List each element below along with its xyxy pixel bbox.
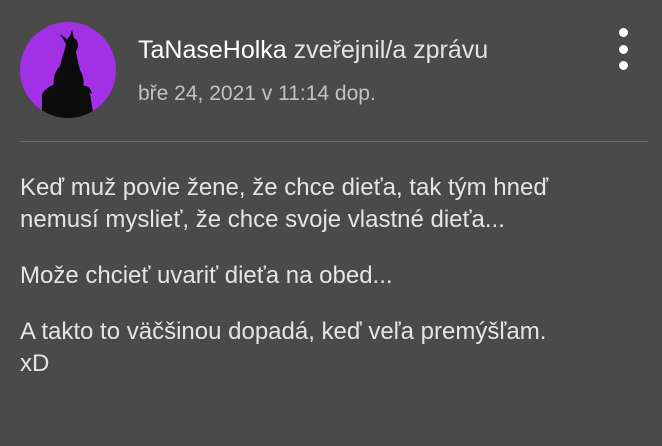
post-line: xD (20, 350, 50, 377)
post-header: TaNaseHolka zveřejnil/a zprávu (138, 34, 488, 66)
avatar[interactable] (20, 22, 116, 118)
post-line: Može chcieť uvariť dieťa na obed... (20, 262, 393, 289)
more-vertical-icon-dot (618, 61, 628, 70)
more-vertical-icon-dot (618, 28, 628, 37)
more-options-button[interactable] (608, 28, 638, 70)
author-name[interactable]: TaNaseHolka (138, 36, 287, 64)
post-action-text: zveřejnil/a zprávu (293, 36, 489, 64)
divider (20, 141, 648, 142)
post-line: Keď muž povie žene, že chce dieťa, tak t… (20, 174, 549, 201)
post-paragraph: A takto to väčšinou dopadá, keď veľa pre… (20, 316, 650, 380)
more-vertical-icon-dot (618, 44, 628, 54)
post-paragraph: Može chcieť uvariť dieťa na obed... (20, 260, 650, 292)
post-card: TaNaseHolka zveřejnil/a zprávu bře 24, 2… (0, 0, 662, 446)
post-line: nemusí myslieť, že chce svoje vlastné di… (20, 206, 505, 233)
post-line: A takto to väčšinou dopadá, keď veľa pre… (20, 318, 547, 345)
post-timestamp: bře 24, 2021 v 11:14 dop. (138, 82, 376, 105)
post-body: Keď muž povie žene, že chce dieťa, tak t… (20, 172, 650, 404)
post-paragraph: Keď muž povie žene, že chce dieťa, tak t… (20, 172, 650, 236)
wolf-howling-icon (42, 30, 94, 118)
